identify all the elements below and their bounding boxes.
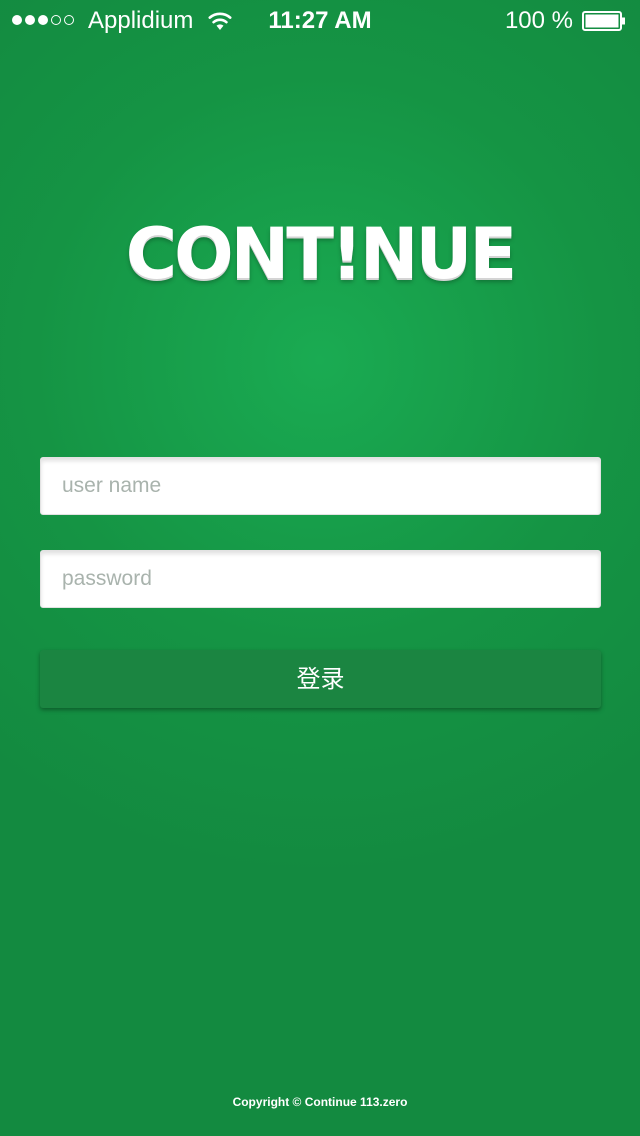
battery-percentage: 100 % <box>504 7 573 34</box>
copyright-text: Copyright © Continue 113.zero <box>232 1095 408 1109</box>
username-field[interactable] <box>40 457 601 515</box>
username-input[interactable] <box>41 458 600 514</box>
status-bar: Applidium 11:27 AM 100 % <box>0 0 640 40</box>
password-input[interactable] <box>41 551 600 607</box>
app-logo: CONT!NUE <box>125 213 517 295</box>
battery-icon <box>582 11 625 31</box>
login-button[interactable]: 登录 <box>40 650 601 708</box>
password-field[interactable] <box>40 550 601 608</box>
